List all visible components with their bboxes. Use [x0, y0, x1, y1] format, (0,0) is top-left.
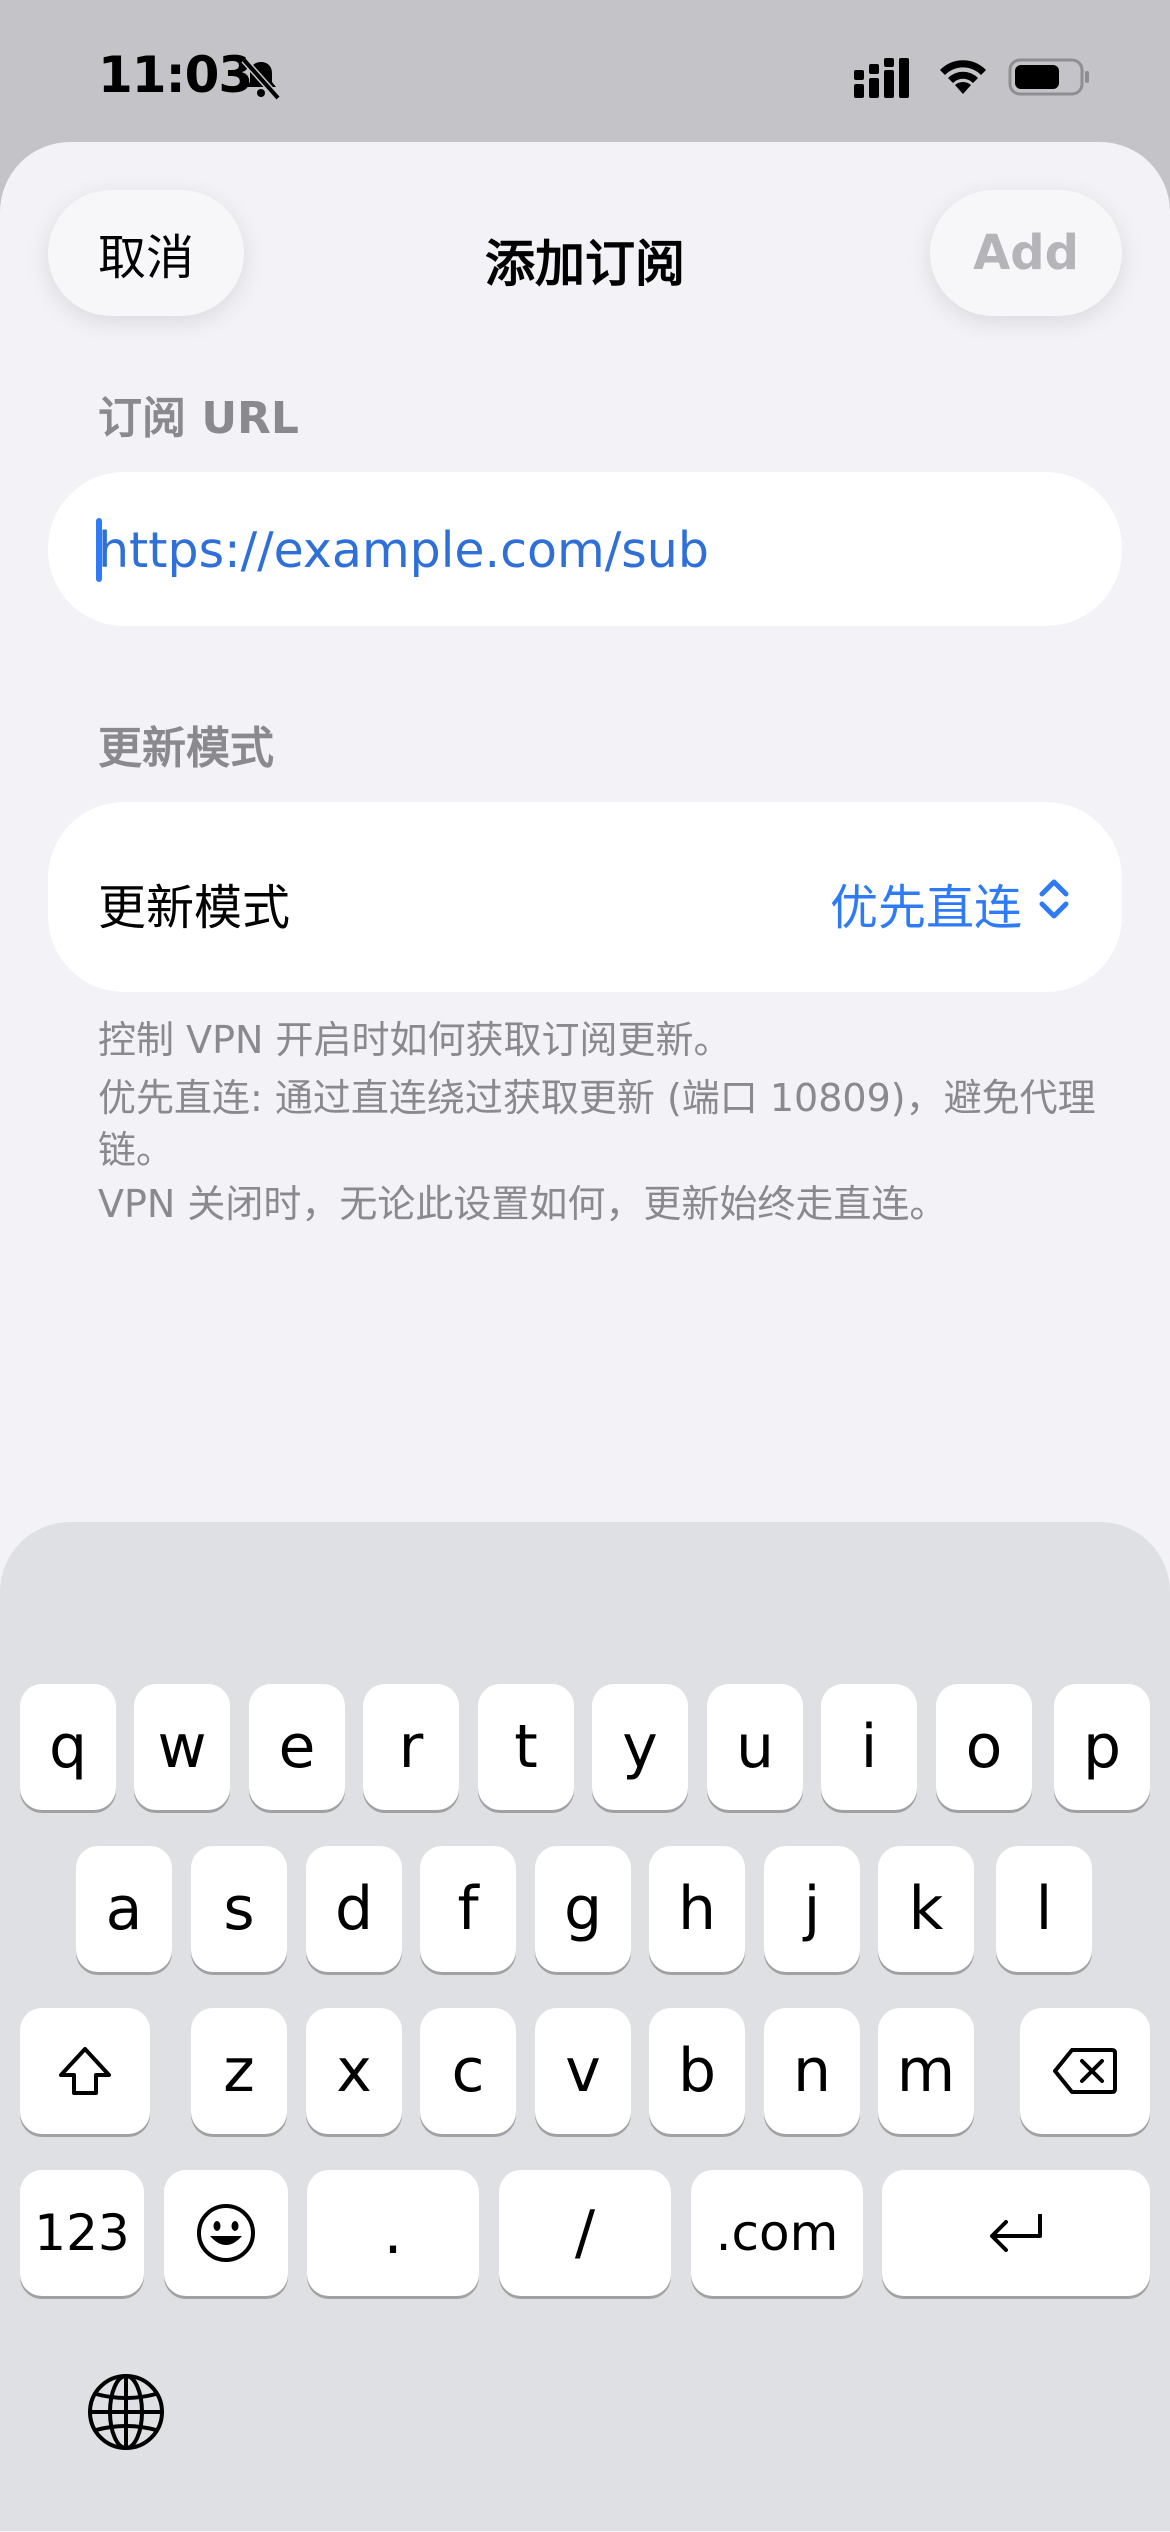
slash-key[interactable]: /: [499, 2170, 671, 2296]
numbers-key[interactable]: 123: [20, 2170, 144, 2296]
key-p[interactable]: p: [1054, 1684, 1150, 1810]
footnote-line-3: VPN 关闭时，无论此设置如何，更新始终走直连。: [98, 1182, 948, 1226]
key-u[interactable]: u: [707, 1684, 803, 1810]
key-f[interactable]: f: [420, 1846, 516, 1972]
period-key[interactable]: .: [307, 2170, 479, 2296]
key-o[interactable]: o: [936, 1684, 1032, 1810]
key-a[interactable]: a: [76, 1846, 172, 1972]
subscription-url-field[interactable]: https://example.com/sub: [48, 472, 1122, 626]
key-n[interactable]: n: [764, 2008, 860, 2134]
emoji-smiley-icon: [197, 2204, 255, 2262]
globe-icon[interactable]: [86, 2372, 166, 2452]
delete-backward-icon: [1053, 2048, 1117, 2094]
update-mode-picker-value[interactable]: 优先直连: [830, 868, 1022, 938]
footnote-line-2: 优先直连: 通过直连绕过获取更新 (端口 10809)，避免代理链。: [98, 1076, 1096, 1172]
chevron-up-down-icon[interactable]: [1036, 874, 1072, 924]
key-m[interactable]: m: [878, 2008, 974, 2134]
key-k[interactable]: k: [878, 1846, 974, 1972]
key-h[interactable]: h: [649, 1846, 745, 1972]
emoji-key[interactable]: [164, 2170, 288, 2296]
key-v[interactable]: v: [535, 2008, 631, 2134]
key-c[interactable]: c: [420, 2008, 516, 2134]
shift-arrow-icon: [59, 2047, 111, 2095]
return-arrow-icon: [990, 2214, 1042, 2252]
status-bar: 11:03: [0, 0, 1170, 150]
bell-slash-icon: [241, 57, 281, 101]
key-l[interactable]: l: [996, 1846, 1092, 1972]
url-section-label: 订阅 URL: [98, 393, 299, 444]
dotcom-key[interactable]: .com: [691, 2170, 863, 2296]
key-q[interactable]: q: [20, 1684, 116, 1810]
key-z[interactable]: z: [191, 2008, 287, 2134]
wifi-icon: [940, 60, 986, 94]
status-time: 11:03: [98, 46, 253, 104]
key-w[interactable]: w: [134, 1684, 230, 1810]
update-mode-row[interactable]: 更新模式 优先直连: [48, 802, 1122, 992]
footnote-line-1: 控制 VPN 开启时如何获取订阅更新。: [98, 1018, 732, 1062]
key-d[interactable]: d: [306, 1846, 402, 1972]
key-s[interactable]: s: [191, 1846, 287, 1972]
cellular-signal-icon: [854, 58, 909, 98]
delete-key[interactable]: [1020, 2008, 1150, 2134]
key-r[interactable]: r: [363, 1684, 459, 1810]
key-i[interactable]: i: [821, 1684, 917, 1810]
battery-icon: [1008, 58, 1089, 96]
add-button[interactable]: Add: [930, 190, 1122, 316]
key-g[interactable]: g: [535, 1846, 631, 1972]
update-mode-section-label: 更新模式: [98, 723, 274, 774]
update-mode-label: 更新模式: [98, 880, 291, 936]
subscription-url-value[interactable]: https://example.com/sub: [98, 522, 709, 579]
key-b[interactable]: b: [649, 2008, 745, 2134]
key-e[interactable]: e: [249, 1684, 345, 1810]
return-key[interactable]: [882, 2170, 1150, 2296]
key-x[interactable]: x: [306, 2008, 402, 2134]
key-y[interactable]: y: [592, 1684, 688, 1810]
key-t[interactable]: t: [478, 1684, 574, 1810]
key-j[interactable]: j: [764, 1846, 860, 1972]
shift-key[interactable]: [20, 2008, 150, 2134]
